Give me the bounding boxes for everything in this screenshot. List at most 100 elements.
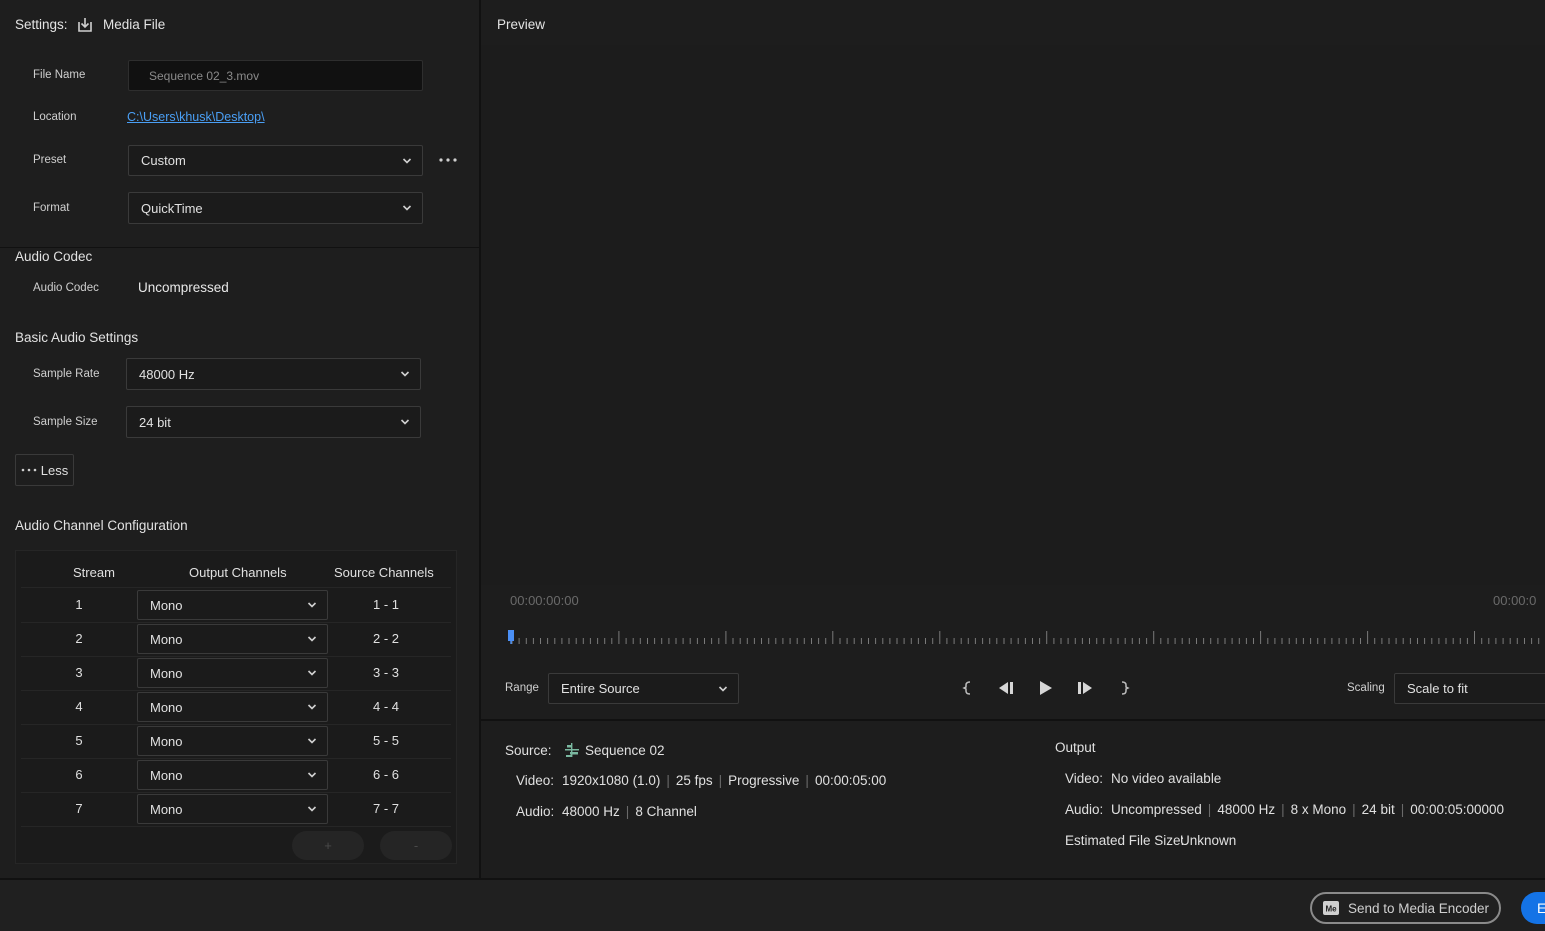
stream-number: 1 <box>75 597 83 612</box>
output-channels-select[interactable]: Mono <box>137 692 328 722</box>
chevron-down-icon <box>718 685 728 692</box>
preset-value: Custom <box>141 153 186 168</box>
row-divider <box>21 656 451 657</box>
channel-config-title: Audio Channel Configuration <box>15 518 188 533</box>
source-channels-value: 5 - 5 <box>373 733 400 748</box>
settings-panel: Settings: Media File File Name Sequence … <box>0 0 480 878</box>
preview-title: Preview <box>497 17 546 32</box>
chevron-down-icon <box>307 636 317 642</box>
estimated-size-value: Unknown <box>1180 833 1237 848</box>
output-audio-bitdepth: 24 bit <box>1361 802 1395 817</box>
tab-media-file[interactable]: Media File <box>103 17 165 32</box>
range-select[interactable]: Entire Source <box>548 673 739 704</box>
column-header-stream: Stream <box>73 565 115 580</box>
output-channels-value: Mono <box>150 801 183 817</box>
row-divider <box>21 724 451 725</box>
source-channels-value: 2 - 2 <box>373 631 400 646</box>
format-select[interactable]: QuickTime <box>128 192 423 224</box>
source-channels-value: 6 - 6 <box>373 767 400 782</box>
more-options-icon[interactable] <box>438 152 458 168</box>
timeline-ruler[interactable] <box>508 628 1545 646</box>
output-channels-value: Mono <box>150 699 183 715</box>
settings-label: Settings: <box>15 17 68 32</box>
row-divider <box>21 690 451 691</box>
output-channels-value: Mono <box>150 665 183 681</box>
chevron-down-icon <box>307 704 317 710</box>
sample-rate-select[interactable]: 48000 Hz <box>126 358 421 390</box>
output-audio-codec: Uncompressed <box>1111 802 1202 817</box>
output-channels-select[interactable]: Mono <box>137 726 328 756</box>
info-divider <box>481 719 1545 721</box>
chevron-down-icon <box>307 670 317 676</box>
output-audio-duration: 00:00:05:00000 <box>1410 802 1505 817</box>
audio-codec-title: Audio Codec <box>15 249 93 264</box>
header-divider <box>21 587 451 588</box>
source-video-duration: 00:00:05:00 <box>814 773 887 788</box>
chevron-down-icon <box>402 157 412 164</box>
step-forward-icon[interactable] <box>1075 679 1095 697</box>
sample-size-value: 24 bit <box>139 414 171 430</box>
sequence-icon <box>564 742 580 758</box>
output-channels-value: Mono <box>150 733 183 749</box>
source-video-fps: 25 fps <box>675 773 713 788</box>
stream-number: 6 <box>75 767 83 782</box>
less-button[interactable]: Less <box>15 454 74 486</box>
output-channels-value: Mono <box>150 597 183 613</box>
stream-number: 4 <box>75 699 83 714</box>
row-divider <box>21 792 451 793</box>
chevron-down-icon <box>307 806 317 812</box>
basic-audio-title: Basic Audio Settings <box>15 330 139 345</box>
remove-stream-button[interactable]: - <box>380 831 452 860</box>
source-channels-value: 7 - 7 <box>373 801 400 816</box>
source-channels-value: 4 - 4 <box>373 699 400 714</box>
timecode-end: 00:00:0 <box>1493 593 1537 608</box>
output-audio-channels: 8 x Mono <box>1290 802 1347 817</box>
send-to-media-encoder-button[interactable]: Me Send to Media Encoder <box>1310 892 1501 924</box>
output-channels-select[interactable]: Mono <box>137 760 328 790</box>
column-header-output-channels: Output Channels <box>189 565 287 580</box>
export-label: E <box>1537 900 1545 916</box>
preview-canvas <box>481 45 1545 585</box>
audio-codec-value: Uncompressed <box>138 280 229 295</box>
location-link[interactable]: C:\Users\khusk\Desktop\ <box>127 110 265 124</box>
file-name-value: Sequence 02_3.mov <box>149 68 260 83</box>
less-label: Less <box>40 462 69 478</box>
chevron-down-icon <box>400 419 410 425</box>
preview-panel: Preview 00:00:00:00 00:00:0 Range Entire… <box>481 0 1545 878</box>
play-icon[interactable] <box>1038 679 1054 697</box>
source-video-resolution: 1920x1080 (1.0) <box>562 773 661 788</box>
format-value: QuickTime <box>141 200 203 216</box>
row-divider <box>21 758 451 759</box>
export-file-icon <box>76 16 94 34</box>
send-to-media-encoder-label: Send to Media Encoder <box>1347 900 1490 916</box>
set-out-point-icon[interactable] <box>1117 679 1131 697</box>
export-button[interactable]: E <box>1521 892 1545 924</box>
preset-label: Preset <box>33 154 67 166</box>
add-stream-button[interactable]: + <box>292 831 364 860</box>
scaling-value: Scale to fit <box>1407 681 1468 696</box>
output-channels-select[interactable]: Mono <box>137 658 328 688</box>
section-divider <box>0 247 480 248</box>
chevron-down-icon <box>307 772 317 778</box>
output-channels-select[interactable]: Mono <box>137 794 328 824</box>
source-video-scan: Progressive <box>728 773 800 788</box>
output-channels-value: Mono <box>150 767 183 783</box>
svg-text:Me: Me <box>1325 905 1337 914</box>
output-video-label: Video: <box>1065 771 1104 786</box>
output-channels-select[interactable]: Mono <box>137 590 328 620</box>
step-back-icon[interactable] <box>996 679 1016 697</box>
chevron-down-icon <box>400 371 410 377</box>
source-video-label: Video: <box>516 773 555 788</box>
file-name-input[interactable]: Sequence 02_3.mov <box>128 60 423 91</box>
audio-codec-label: Audio Codec <box>33 282 99 294</box>
media-encoder-icon: Me <box>1322 901 1339 915</box>
range-value: Entire Source <box>561 681 640 696</box>
sample-size-select[interactable]: 24 bit <box>126 406 421 438</box>
sample-rate-value: 48000 Hz <box>139 366 195 382</box>
set-in-point-icon[interactable] <box>961 679 975 697</box>
output-channels-select[interactable]: Mono <box>137 624 328 654</box>
preset-select[interactable]: Custom <box>128 145 423 176</box>
scaling-select[interactable]: Scale to fit <box>1394 673 1545 704</box>
timecode-start: 00:00:00:00 <box>510 593 579 608</box>
source-name: Sequence 02 <box>585 743 665 758</box>
